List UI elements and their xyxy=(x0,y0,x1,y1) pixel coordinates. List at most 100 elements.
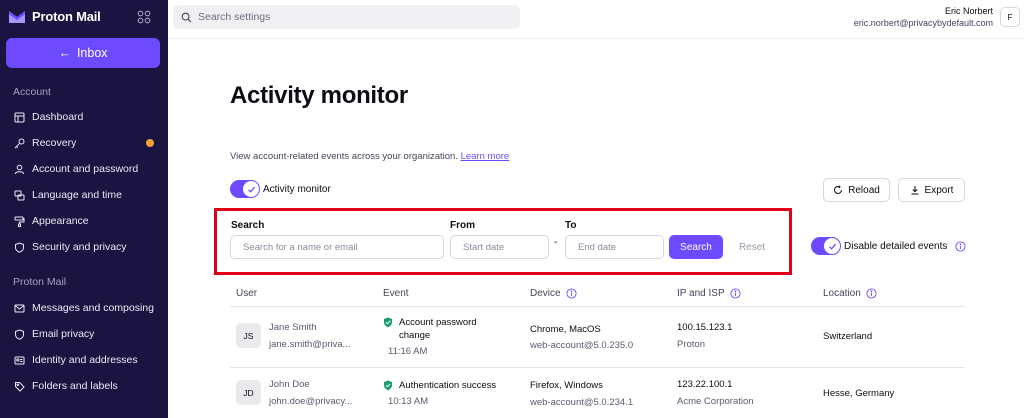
tag-icon xyxy=(15,381,25,392)
section-label-account: Account xyxy=(13,86,51,98)
search-button[interactable]: Search xyxy=(669,235,723,259)
inbox-button-label: Inbox xyxy=(76,46,108,60)
reload-button-label: Reload xyxy=(848,184,880,196)
event-cell: Authentication success xyxy=(383,379,496,392)
sidebar-item-label: Dashboard xyxy=(32,111,84,123)
event-label: Account password change xyxy=(399,316,477,342)
sidebar-item-folders-and-labels[interactable]: Folders and labels xyxy=(8,375,158,397)
download-icon xyxy=(911,186,919,195)
search-icon xyxy=(181,12,192,22)
sidebar-item-label: Account and password xyxy=(32,163,139,175)
topbar-divider xyxy=(168,38,1024,39)
toggle-knob xyxy=(243,181,259,197)
description-text: View account-related events across your … xyxy=(230,151,458,162)
language-icon xyxy=(14,190,25,200)
from-label: From xyxy=(450,220,475,231)
dashboard-icon xyxy=(14,112,25,122)
column-header-location: Location xyxy=(823,288,877,299)
reload-icon xyxy=(834,185,843,194)
info-icon[interactable] xyxy=(730,288,741,299)
event-label-line: change xyxy=(399,330,431,341)
event-label: Authentication success xyxy=(399,380,497,391)
learn-more-link[interactable]: Learn more xyxy=(461,151,510,162)
user-name: Jane Smith xyxy=(269,322,317,333)
settings-search-bar[interactable] xyxy=(173,5,520,29)
sidebar-item-appearance[interactable]: Appearance xyxy=(8,210,158,232)
event-label-line: Account password xyxy=(399,317,477,328)
arrow-left-icon: ← xyxy=(58,46,71,60)
end-date-input[interactable] xyxy=(565,235,664,259)
sidebar-item-messages-and-composing[interactable]: Messages and composing xyxy=(8,297,158,319)
location: Switzerland xyxy=(823,331,873,342)
sidebar-item-account-and-password[interactable]: Account and password xyxy=(8,158,158,180)
paint-roller-icon xyxy=(14,216,25,227)
location: Hesse, Germany xyxy=(823,388,895,399)
sidebar-item-label: Email privacy xyxy=(32,328,95,340)
column-header-user: User xyxy=(236,288,257,299)
device-name: Chrome, MacOS xyxy=(530,324,601,335)
sidebar: Proton Mail ← Inbox Account Dashboard Re… xyxy=(0,0,168,418)
settings-search-input[interactable] xyxy=(198,11,498,23)
device-client: web-account@5.0.235.0 xyxy=(530,340,634,351)
row-divider xyxy=(230,367,965,368)
section-label-proton-mail: Proton Mail xyxy=(13,276,67,288)
avatar: JS xyxy=(236,323,261,348)
sidebar-item-label: Appearance xyxy=(32,215,89,227)
activity-monitor-toggle-label: Activity monitor xyxy=(263,184,331,195)
event-time: 10:13 AM xyxy=(388,396,429,407)
detailed-events-toggle[interactable] xyxy=(811,237,841,255)
isp-name: Acme Corporation xyxy=(677,396,754,407)
sidebar-item-security-and-privacy[interactable]: Security and privacy xyxy=(8,236,158,258)
ip-address: 100.15.123.1 xyxy=(677,322,733,333)
shield-check-icon xyxy=(384,317,392,328)
event-cell: Account password change xyxy=(383,316,477,342)
check-icon xyxy=(828,243,836,250)
ip-address: 123.22.100.1 xyxy=(677,379,733,390)
date-range-separator: - xyxy=(554,237,558,248)
reload-button[interactable]: Reload xyxy=(823,178,890,202)
user-search-input[interactable] xyxy=(230,235,444,259)
sidebar-item-dashboard[interactable]: Dashboard xyxy=(8,106,158,128)
info-icon[interactable] xyxy=(955,241,966,252)
user-email: john.doe@privacy... xyxy=(269,396,353,407)
device-client: web-account@5.0.234.1 xyxy=(530,397,634,408)
activity-monitor-toggle[interactable] xyxy=(230,180,260,198)
column-header-label: Device xyxy=(530,288,561,299)
sidebar-item-label: Security and privacy xyxy=(32,241,127,253)
detailed-events-toggle-label: Disable detailed events xyxy=(844,241,948,252)
column-header-device: Device xyxy=(530,288,577,299)
sidebar-item-label: Identity and addresses xyxy=(32,354,138,366)
user-menu[interactable]: Eric Norbert eric.norbert@privacybydefau… xyxy=(854,6,993,28)
column-header-label: Event xyxy=(383,288,409,299)
brand-logo[interactable]: Proton Mail xyxy=(8,9,101,24)
apps-grid-icon[interactable] xyxy=(137,10,151,24)
sidebar-item-language-and-time[interactable]: Language and time xyxy=(8,184,158,206)
shield-check-icon xyxy=(384,380,392,391)
key-icon xyxy=(14,138,25,148)
start-date-input[interactable] xyxy=(450,235,549,259)
event-time: 11:16 AM xyxy=(388,346,428,357)
info-icon[interactable] xyxy=(866,288,877,299)
column-header-event: Event xyxy=(383,288,409,299)
reset-button[interactable]: Reset xyxy=(733,235,771,259)
shield-icon xyxy=(15,328,24,340)
sidebar-item-recovery[interactable]: Recovery xyxy=(8,132,158,154)
isp-name: Proton xyxy=(677,339,705,350)
sidebar-item-email-privacy[interactable]: Email privacy xyxy=(8,323,158,345)
account-icon xyxy=(14,164,25,174)
avatar[interactable]: F xyxy=(1000,7,1020,27)
search-filter-label: Search xyxy=(231,220,265,231)
export-button[interactable]: Export xyxy=(898,178,965,202)
info-icon[interactable] xyxy=(566,288,577,299)
toggle-knob xyxy=(824,238,840,254)
table-header-divider xyxy=(230,306,965,307)
shield-icon xyxy=(15,241,24,253)
sidebar-item-label: Language and time xyxy=(32,189,122,201)
device-name: Firefox, Windows xyxy=(530,380,603,391)
column-header-label: IP and ISP xyxy=(677,288,725,299)
sidebar-item-label: Messages and composing xyxy=(32,302,154,314)
column-header-label: User xyxy=(236,288,258,299)
back-to-inbox-button[interactable]: ← Inbox xyxy=(6,38,160,68)
sidebar-item-identity-and-addresses[interactable]: Identity and addresses xyxy=(8,349,158,371)
id-card-icon xyxy=(14,356,25,364)
